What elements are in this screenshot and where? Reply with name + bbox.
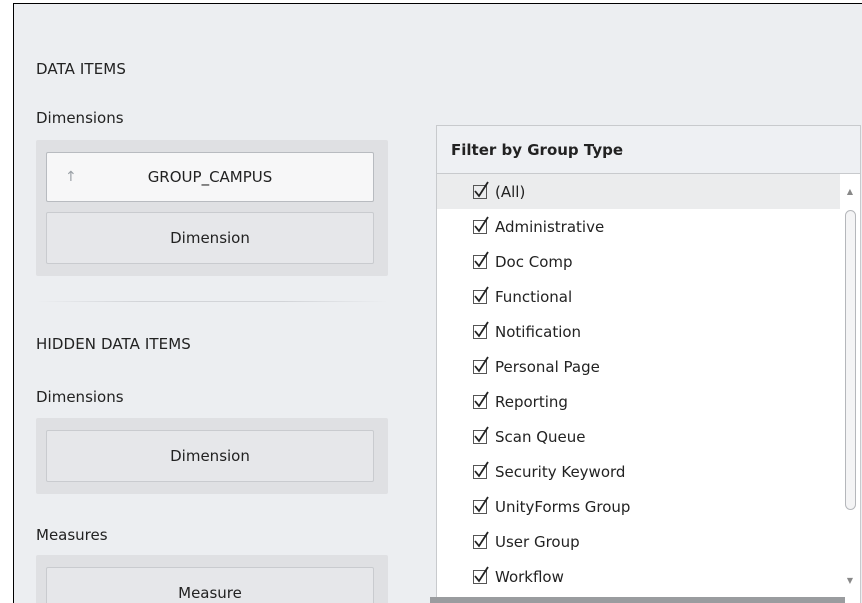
filter-item[interactable]: Reporting [437,384,840,419]
filter-item[interactable]: Personal Page [437,349,840,384]
scroll-down-arrow-icon[interactable]: ▼ [840,571,860,589]
measures-label: Measures [36,526,108,544]
dimension-placeholder-label: Dimension [170,229,250,247]
filter-item[interactable]: Notification [437,314,840,349]
filter-item[interactable]: Security Keyword [437,454,840,489]
checkbox-checked-icon[interactable] [473,251,489,269]
filter-item-label: Workflow [495,567,564,586]
filter-item[interactable]: Scan Queue [437,419,840,454]
checkbox-checked-icon[interactable] [473,286,489,304]
hidden-dimensions-label: Dimensions [36,388,124,406]
filter-item-label: Security Keyword [495,462,626,481]
checkbox-checked-icon[interactable] [473,426,489,444]
filter-list: (All) Administrative Doc Comp Functional Not… [437,174,840,603]
sort-ascending-icon[interactable]: ↑ [65,169,77,185]
dimensions-label: Dimensions [36,109,124,127]
filter-item[interactable]: (All) [437,174,840,209]
filter-item[interactable]: User Group [437,524,840,559]
filter-item-label: UnityForms Group [495,497,631,516]
checkbox-checked-icon[interactable] [473,216,489,234]
checkbox-checked-icon[interactable] [473,181,489,199]
filter-item-label: Administrative [495,217,605,236]
filter-item[interactable]: UnityForms Group [437,489,840,524]
filter-item[interactable]: Doc Comp [437,244,840,279]
bottom-strip [430,597,845,603]
data-items-heading: DATA ITEMS [36,60,126,78]
data-items-pane: DATA ITEMS Dimensions ↑ GROUP_CAMPUS Dim… [13,3,862,603]
filter-item[interactable]: Workflow [437,559,840,594]
measure-placeholder-button[interactable]: Measure [46,567,374,603]
filter-item-label: Reporting [495,392,568,411]
filter-item-label: Functional [495,287,573,306]
dimension-item-label: GROUP_CAMPUS [147,168,273,186]
dimension-placeholder-button[interactable]: Dimension [46,212,374,264]
scroll-up-arrow-icon[interactable]: ▲ [840,182,860,200]
checkbox-checked-icon[interactable] [473,391,489,409]
checkbox-checked-icon[interactable] [473,321,489,339]
checkbox-checked-icon[interactable] [473,356,489,374]
section-divider [36,301,388,302]
hidden-dimension-placeholder-button[interactable]: Dimension [46,430,374,482]
filter-item-label: Personal Page [495,357,600,376]
filter-item-label: Doc Comp [495,252,573,271]
checkbox-checked-icon[interactable] [473,496,489,514]
filter-popup: Filter by Group Type (All) Administrative… [436,125,861,603]
filter-item-label: Notification [495,322,582,341]
measures-group: Measure [36,555,388,603]
group-campus-dimension-button[interactable]: ↑ GROUP_CAMPUS [46,152,374,202]
checkbox-checked-icon[interactable] [473,566,489,584]
measure-placeholder-label: Measure [178,584,242,602]
filter-item[interactable]: Functional [437,279,840,314]
dimensions-group: ↑ GROUP_CAMPUS Dimension [36,140,388,276]
filter-title: Filter by Group Type [437,126,860,174]
checkbox-checked-icon[interactable] [473,461,489,479]
scroll-thumb[interactable] [845,210,856,510]
checkbox-checked-icon[interactable] [473,531,489,549]
filter-item-label: User Group [495,532,580,551]
filter-item[interactable]: Administrative [437,209,840,244]
filter-item-label: Scan Queue [495,427,586,446]
filter-scrollbar[interactable]: ▲ ▼ [840,174,860,603]
hidden-data-items-heading: HIDDEN DATA ITEMS [36,335,191,353]
hidden-dimensions-group: Dimension [36,418,388,494]
filter-item-label: (All) [495,182,526,201]
hidden-dimension-placeholder-label: Dimension [170,447,250,465]
